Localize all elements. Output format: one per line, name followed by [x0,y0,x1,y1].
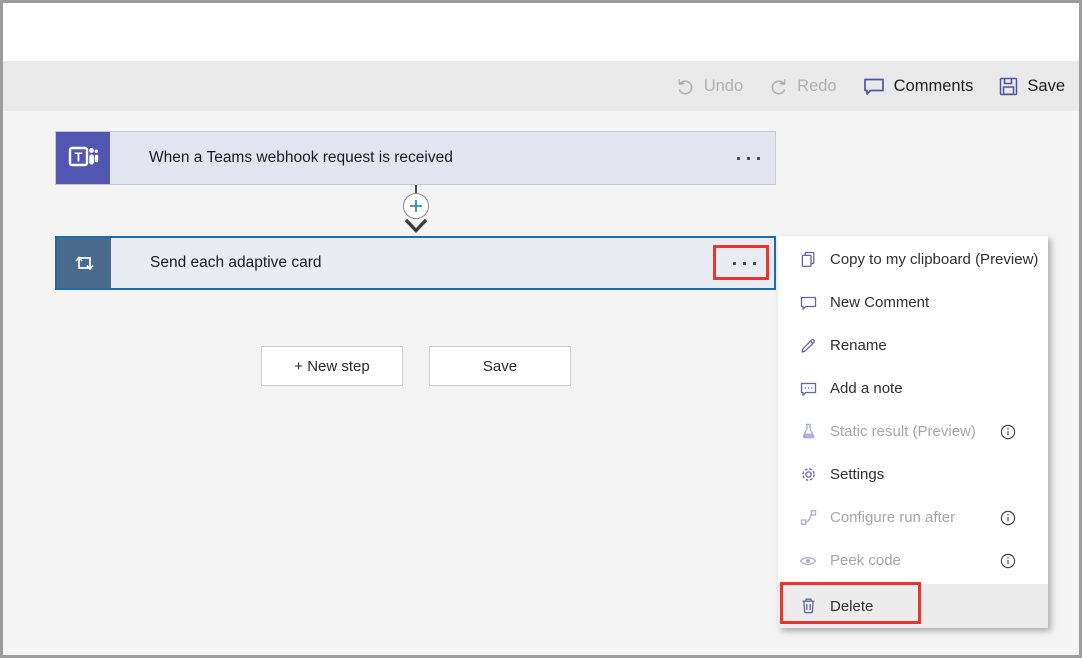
trigger-card-title: When a Teams webhook request is received [110,149,453,167]
action-card-menu-button[interactable] [733,238,756,288]
menu-item-label: Settings [830,466,884,483]
info-icon[interactable] [1000,510,1016,526]
flow-designer-window: Undo Redo Comments [0,0,1082,658]
teams-logo-icon: T [56,132,110,184]
pencil-icon [799,337,817,354]
toolbar-save-label: Save [1027,77,1065,96]
copy-icon [799,251,817,268]
menu-item-label: Static result (Preview) [830,423,976,440]
insert-step-plus-button[interactable] [403,193,429,219]
flask-icon [799,423,817,440]
undo-label: Undo [704,77,743,96]
action-card-title: Send each adaptive card [111,254,321,272]
redo-button[interactable]: Redo [769,77,836,96]
apply-to-each-loop-icon [57,238,111,288]
info-icon[interactable] [1000,553,1016,569]
comment-icon [799,295,817,311]
menu-item-label: Peek code [830,552,901,569]
run-after-icon [799,509,817,526]
save-flow-button[interactable]: Save [429,346,571,386]
ellipsis-icon [733,262,736,265]
svg-text:T: T [75,150,83,165]
redo-label: Redo [797,77,836,96]
designer-toolbar: Undo Redo Comments [3,61,1079,111]
menu-item-label: Copy to my clipboard (Preview) [830,251,1038,268]
note-icon [799,381,817,397]
menu-item-label: Configure run after [830,509,955,526]
menu-item-label: Rename [830,337,887,354]
menu-item-static-result[interactable]: Static result (Preview) [778,410,1048,453]
toolbar-save-button[interactable]: Save [999,77,1065,96]
undo-button[interactable]: Undo [676,77,743,96]
menu-item-add-note[interactable]: Add a note [778,367,1048,410]
ellipsis-icon [737,157,740,160]
redo-icon [769,77,788,95]
menu-item-configure-run-after[interactable]: Configure run after [778,496,1048,539]
new-step-button[interactable]: + New step [261,346,403,386]
gear-icon [799,466,817,483]
comments-label: Comments [894,77,974,96]
menu-item-label: New Comment [830,294,929,311]
trigger-card-menu-button[interactable] [737,132,760,184]
top-white-strip [3,3,1079,61]
eye-icon [799,554,817,568]
action-context-menu: Copy to my clipboard (Preview) New Comme… [778,236,1048,628]
menu-item-copy-to-clipboard[interactable]: Copy to my clipboard (Preview) [778,238,1048,281]
comments-button[interactable]: Comments [863,77,974,96]
trash-icon [799,597,817,615]
menu-item-new-comment[interactable]: New Comment [778,281,1048,324]
menu-item-peek-code[interactable]: Peek code [778,539,1048,582]
menu-item-label: Delete [830,598,873,615]
menu-item-rename[interactable]: Rename [778,324,1048,367]
menu-item-delete[interactable]: Delete [778,584,1048,628]
trigger-card[interactable]: T When a Teams webhook request is receiv… [55,131,776,185]
undo-icon [676,77,695,95]
action-card[interactable]: Send each adaptive card [55,236,776,290]
info-icon[interactable] [1000,424,1016,440]
comments-icon [863,77,885,96]
menu-item-label: Add a note [830,380,903,397]
save-icon [999,77,1018,96]
menu-item-settings[interactable]: Settings [778,453,1048,496]
